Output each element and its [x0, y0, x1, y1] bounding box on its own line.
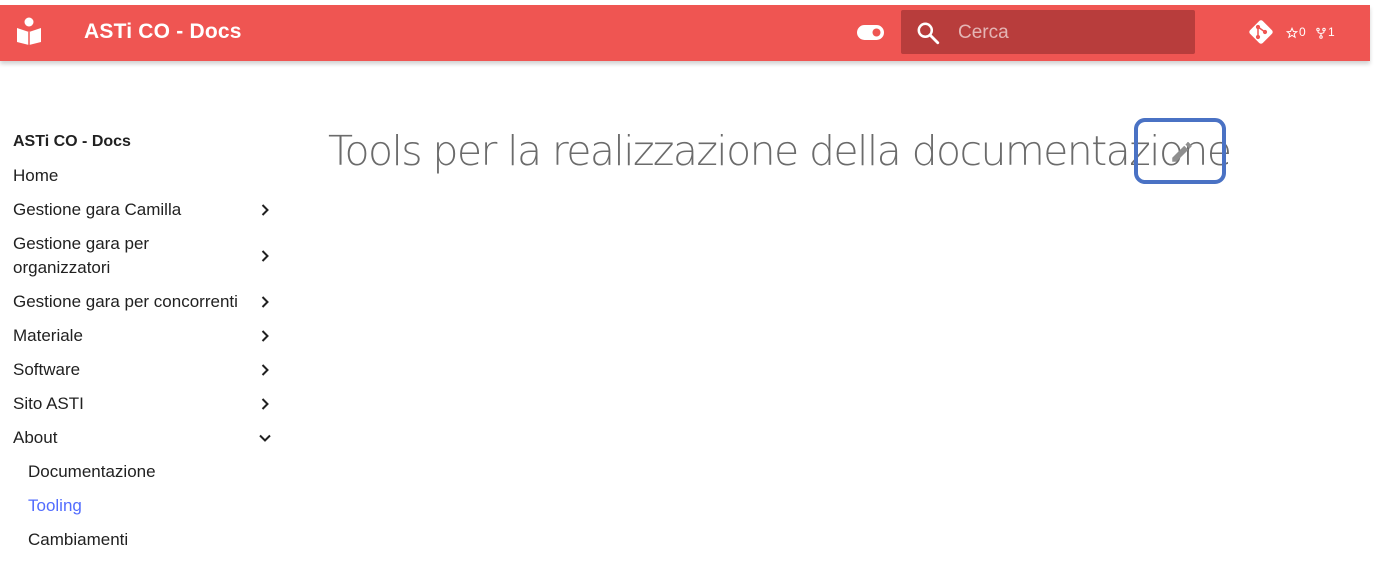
repo-stats: 0 1	[1285, 25, 1341, 39]
sidebar-item-label: Gestione gara Camilla	[13, 200, 182, 219]
star-count: 0	[1285, 25, 1306, 39]
sidebar-item-label: Gestione gara per concorrenti	[13, 292, 238, 311]
page-title: Tools per la realizzazione della documen…	[328, 127, 1232, 175]
sidebar-title: ASTi CO - Docs	[13, 133, 131, 150]
sidebar-item-label: Gestione gara per organizzatori	[13, 234, 150, 277]
sidebar-item-gestione-gara-concorrenti[interactable]: Gestione gara per concorrenti	[13, 290, 275, 314]
sidebar-item-label: Sito ASTI	[13, 394, 84, 413]
sidebar-item-home[interactable]: Home	[13, 164, 275, 188]
sidebar-item-label: Documentazione	[28, 462, 156, 481]
sidebar-item-software[interactable]: Software	[13, 358, 275, 382]
sidebar-item-tooling[interactable]: Tooling	[13, 494, 275, 518]
chevron-right-icon	[261, 204, 269, 216]
chevron-down-icon	[259, 434, 271, 442]
chevron-right-icon	[261, 330, 269, 342]
sidebar-item-label: Tooling	[28, 496, 82, 515]
sidebar-item-label: Cambiamenti	[28, 530, 129, 549]
chevron-right-icon	[261, 296, 269, 308]
sidebar-item-label: About	[13, 428, 58, 447]
sidebar-item-label: Materiale	[13, 326, 83, 345]
sidebar-item-sito-asti[interactable]: Sito ASTI	[13, 392, 275, 416]
chevron-right-icon	[261, 364, 269, 376]
search-box[interactable]	[901, 10, 1195, 54]
sidebar-item-gestione-gara-organizzatori[interactable]: Gestione gara per organizzatori	[13, 232, 275, 280]
pencil-icon[interactable]	[1169, 139, 1195, 165]
site-title[interactable]: ASTi CO - Docs	[84, 20, 242, 44]
book-reader-icon[interactable]	[16, 17, 42, 45]
sidebar-nav: ASTi CO - Docs Home Gestione gara Camill…	[13, 130, 275, 552]
search-icon[interactable]	[915, 20, 941, 46]
toggle-switch-icon[interactable]	[857, 25, 884, 40]
star-icon	[1285, 26, 1299, 39]
git-icon	[1249, 20, 1273, 44]
edit-page-button[interactable]	[1134, 118, 1226, 184]
search-input[interactable]	[956, 18, 1185, 48]
sidebar-item-materiale[interactable]: Materiale	[13, 324, 275, 348]
sidebar-item-label: Home	[13, 166, 59, 185]
sidebar-item-about[interactable]: About	[13, 426, 275, 450]
chevron-right-icon	[261, 398, 269, 410]
fork-count: 1	[1315, 25, 1335, 39]
sidebar-item-cambiamenti[interactable]: Cambiamenti	[13, 528, 275, 552]
chevron-right-icon	[261, 250, 269, 262]
sidebar-item-label: Software	[13, 360, 81, 379]
fork-count-value: 1	[1328, 25, 1335, 39]
top-header: ASTi CO - Docs 0	[0, 5, 1370, 61]
sidebar-item-gestione-gara-camilla[interactable]: Gestione gara Camilla	[13, 198, 275, 222]
star-count-value: 0	[1299, 25, 1306, 39]
fork-icon	[1316, 27, 1326, 39]
sidebar-item-documentazione[interactable]: Documentazione	[13, 460, 275, 484]
